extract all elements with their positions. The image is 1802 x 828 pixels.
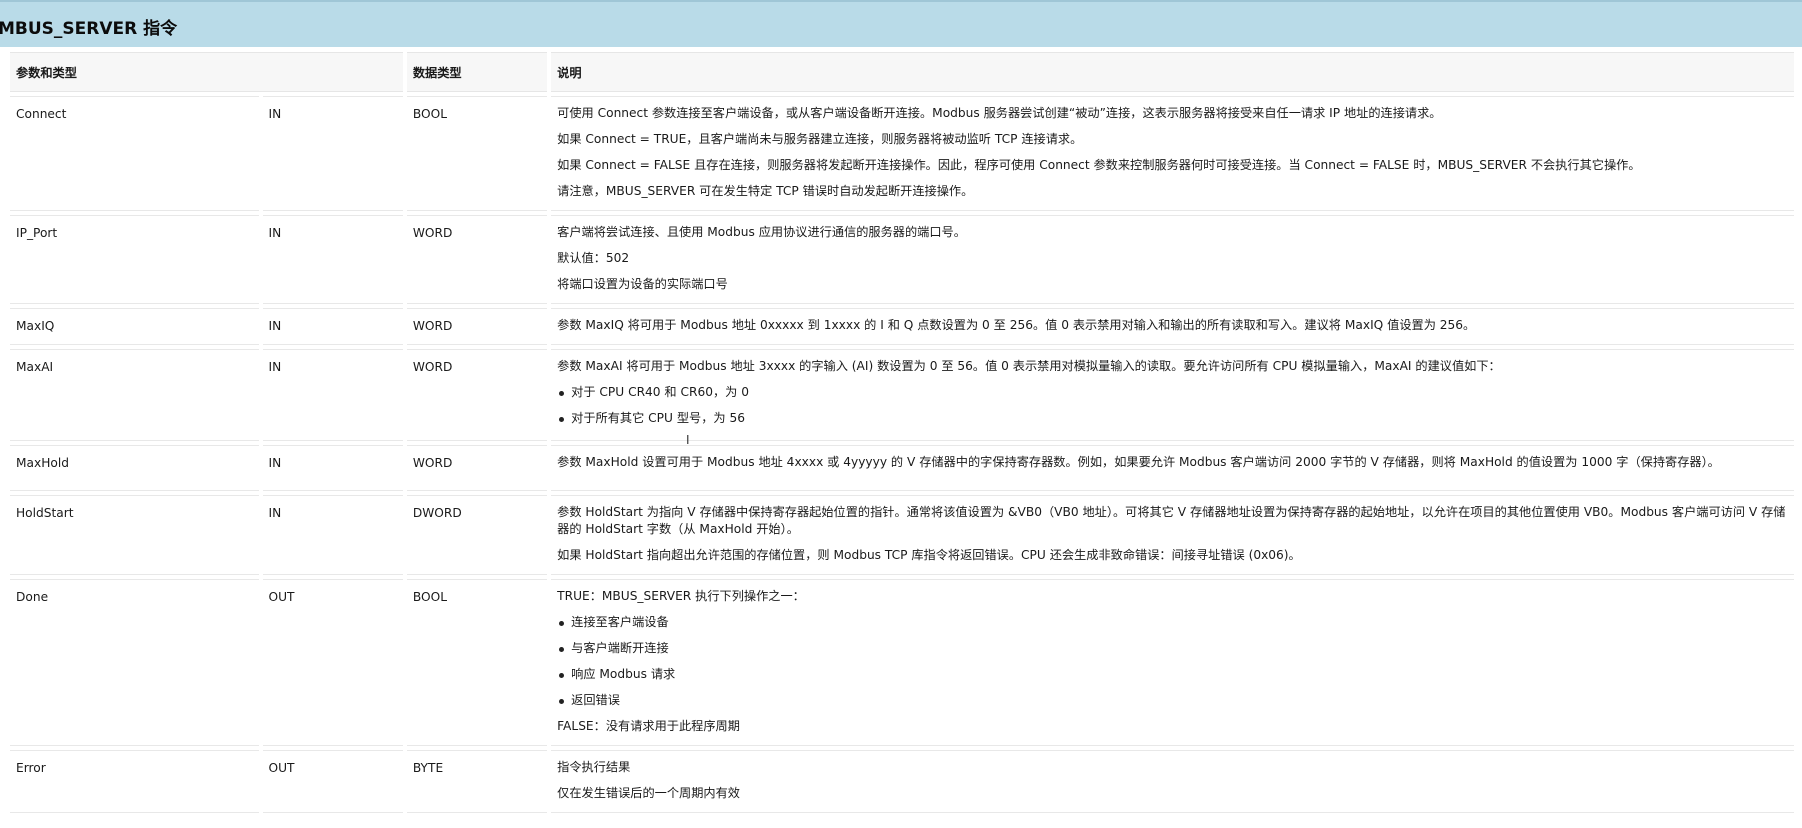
- table-header-row: 参数和类型 数据类型 说明: [10, 52, 1794, 92]
- param-name: MaxIQ: [10, 308, 259, 345]
- param-name: Error: [10, 750, 259, 813]
- list-item: 与客户端断开连接: [557, 640, 1788, 657]
- param-name: IP_Port: [10, 215, 259, 304]
- param-type: WORD: [406, 308, 548, 345]
- table-row: Connect IN BOOL 可使用 Connect 参数连接至客户端设备，或…: [10, 96, 1794, 211]
- param-description: 指令执行结果 仅在发生错误后的一个周期内有效: [551, 750, 1794, 813]
- desc-paragraph: FALSE：没有请求用于此程序周期: [557, 719, 740, 733]
- table-row: MaxIQ IN WORD 参数 MaxIQ 将可用于 Modbus 地址 0x…: [10, 308, 1794, 345]
- param-direction: IN: [262, 495, 403, 575]
- parameter-table: 参数和类型 数据类型 说明 Connect IN BOOL 可使用 Connec…: [6, 48, 1798, 817]
- header-desc: 说明: [551, 52, 1794, 92]
- desc-paragraph: 请注意，MBUS_SERVER 可在发生特定 TCP 错误时自动发起断开连接操作…: [557, 184, 974, 198]
- list-item: 连接至客户端设备: [557, 614, 1788, 631]
- param-type: WORD: [406, 349, 548, 441]
- param-type: DWORD: [406, 495, 548, 575]
- text-cursor-icon: I: [686, 433, 690, 447]
- desc-paragraph: 仅在发生错误后的一个周期内有效: [557, 786, 740, 800]
- table-row: IP_Port IN WORD 客户端将尝试连接、且使用 Modbus 应用协议…: [10, 215, 1794, 304]
- param-description: 参数 HoldStart 为指向 V 存储器中保持寄存器起始位置的指针。通常将该…: [551, 495, 1794, 575]
- list-item: 对于所有其它 CPU 型号，为 56: [557, 410, 1788, 427]
- list-item: 响应 Modbus 请求: [557, 666, 1788, 683]
- desc-paragraph: 参数 HoldStart 为指向 V 存储器中保持寄存器起始位置的指针。通常将该…: [557, 505, 1786, 536]
- list-item: 对于 CPU CR40 和 CR60，为 0: [557, 384, 1788, 401]
- param-direction: IN: [262, 445, 403, 491]
- param-type: WORD: [406, 215, 548, 304]
- desc-paragraph: 如果 Connect = FALSE 且存在连接，则服务器将发起断开连接操作。因…: [557, 158, 1641, 172]
- param-name: Connect: [10, 96, 259, 211]
- param-description: 可使用 Connect 参数连接至客户端设备，或从客户端设备断开连接。Modbu…: [551, 96, 1794, 211]
- param-direction: OUT: [262, 579, 403, 746]
- param-description: 参数 MaxAI 将可用于 Modbus 地址 3xxxx 的字输入 (AI) …: [551, 349, 1794, 441]
- desc-paragraph: TRUE：MBUS_SERVER 执行下列操作之一：: [557, 589, 805, 603]
- param-direction: IN: [262, 96, 403, 211]
- desc-paragraph: 客户端将尝试连接、且使用 Modbus 应用协议进行通信的服务器的端口号。: [557, 225, 966, 239]
- param-type: WORD: [406, 445, 548, 491]
- param-name: HoldStart: [10, 495, 259, 575]
- param-description: 参数 MaxHold 设置可用于 Modbus 地址 4xxxx 或 4yyyy…: [551, 445, 1794, 491]
- header-param: 参数和类型: [10, 52, 403, 92]
- page-title: MBUS_SERVER 指令: [0, 19, 178, 39]
- table-row: Error OUT BYTE 指令执行结果 仅在发生错误后的一个周期内有效: [10, 750, 1794, 813]
- desc-paragraph: 默认值：502: [557, 251, 630, 265]
- param-name: MaxHold: [10, 445, 259, 491]
- desc-paragraph: 可使用 Connect 参数连接至客户端设备，或从客户端设备断开连接。Modbu…: [557, 106, 1442, 120]
- table-row: MaxHold IN WORD 参数 MaxHold 设置可用于 Modbus …: [10, 445, 1794, 491]
- param-description: 客户端将尝试连接、且使用 Modbus 应用协议进行通信的服务器的端口号。 默认…: [551, 215, 1794, 304]
- desc-paragraph: 指令执行结果: [557, 760, 631, 774]
- desc-paragraph: 如果 Connect = TRUE，且客户端尚未与服务器建立连接，则服务器将被动…: [557, 132, 1083, 146]
- param-description: TRUE：MBUS_SERVER 执行下列操作之一： 连接至客户端设备 与客户端…: [551, 579, 1794, 746]
- desc-paragraph: 如果 HoldStart 指向超出允许范围的存储位置，则 Modbus TCP …: [557, 548, 1301, 562]
- table-row: MaxAI IN WORD 参数 MaxAI 将可用于 Modbus 地址 3x…: [10, 349, 1794, 441]
- desc-paragraph: 参数 MaxIQ 将可用于 Modbus 地址 0xxxxx 到 1xxxx 的…: [557, 318, 1476, 332]
- param-type: BYTE: [406, 750, 548, 813]
- bullet-list: 连接至客户端设备 与客户端断开连接 响应 Modbus 请求 返回错误: [557, 614, 1788, 709]
- param-type: BOOL: [406, 579, 548, 746]
- desc-paragraph: 将端口设置为设备的实际端口号: [557, 277, 728, 291]
- table-row: Done OUT BOOL TRUE：MBUS_SERVER 执行下列操作之一：…: [10, 579, 1794, 746]
- param-direction: OUT: [262, 750, 403, 813]
- param-direction: IN: [262, 308, 403, 345]
- param-name: Done: [10, 579, 259, 746]
- param-name: MaxAI: [10, 349, 259, 441]
- param-description: 参数 MaxIQ 将可用于 Modbus 地址 0xxxxx 到 1xxxx 的…: [551, 308, 1794, 345]
- table-row: HoldStart IN DWORD 参数 HoldStart 为指向 V 存储…: [10, 495, 1794, 575]
- param-type: BOOL: [406, 96, 548, 211]
- bullet-list: 对于 CPU CR40 和 CR60，为 0 对于所有其它 CPU 型号，为 5…: [557, 384, 1788, 427]
- document-page: MBUS_SERVER 指令 参数和类型 数据类型 说明 Connect IN …: [0, 0, 1802, 828]
- desc-paragraph: 参数 MaxAI 将可用于 Modbus 地址 3xxxx 的字输入 (AI) …: [557, 359, 1501, 373]
- desc-paragraph: 参数 MaxHold 设置可用于 Modbus 地址 4xxxx 或 4yyyy…: [557, 455, 1720, 469]
- param-direction: IN: [262, 215, 403, 304]
- param-direction: IN: [262, 349, 403, 441]
- list-item: 返回错误: [557, 692, 1788, 709]
- title-bar: MBUS_SERVER 指令: [0, 0, 1802, 47]
- header-datatype: 数据类型: [406, 52, 548, 92]
